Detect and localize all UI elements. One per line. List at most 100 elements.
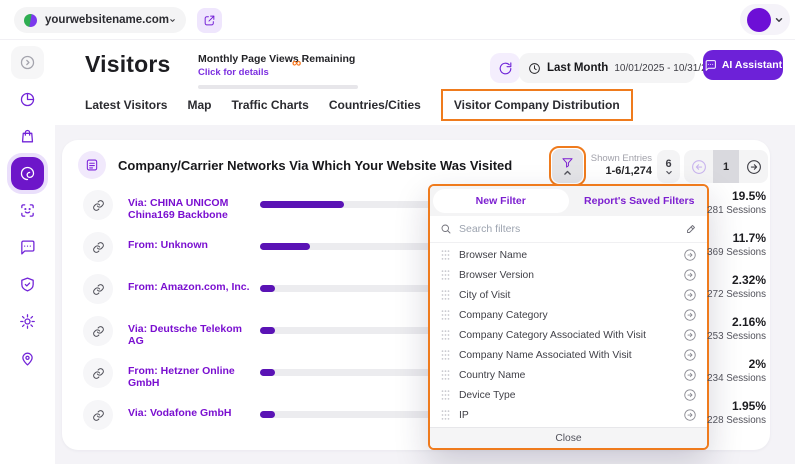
network-name[interactable]: Via: Deutsche Telekom AG <box>128 323 258 347</box>
tab-latest-visitors[interactable]: Latest Visitors <box>85 98 167 112</box>
tab-new-filter[interactable]: New Filter <box>433 189 569 213</box>
arrow-right-circle-icon[interactable] <box>683 368 697 382</box>
chevron-down-icon <box>169 15 176 26</box>
ai-assistant-button[interactable]: AI Assistant <box>703 50 783 80</box>
percent-value: 2.16% <box>700 315 766 329</box>
website-selector[interactable]: yourwebsitename.com <box>14 7 186 33</box>
link-icon <box>83 400 113 430</box>
current-page[interactable]: 1 <box>713 150 739 183</box>
quota-label: Monthly Page Views Remaining <box>198 53 360 65</box>
percent-value: 11.7% <box>700 231 766 245</box>
search-icon <box>440 223 452 235</box>
percent-value: 2.32% <box>700 273 766 287</box>
filter-item-company-category-associated[interactable]: Company Category Associated With Visit <box>430 325 707 345</box>
row-stats: 2.16% 253 Sessions <box>700 315 766 342</box>
arrow-right-circle-icon[interactable] <box>683 388 697 402</box>
drag-handle-icon[interactable] <box>440 289 451 301</box>
annotation-active-tab: Visitor Company Distribution <box>441 89 633 121</box>
page-size-value: 6 <box>665 158 671 170</box>
refresh-button[interactable] <box>490 53 520 83</box>
bar-fill <box>260 411 275 418</box>
arrow-right-circle-icon[interactable] <box>683 268 697 282</box>
tab-traffic-charts[interactable]: Traffic Charts <box>231 98 308 112</box>
next-page-button[interactable] <box>739 158 768 176</box>
sidebar-item-recognition[interactable] <box>11 194 44 227</box>
drag-handle-icon[interactable] <box>440 329 451 341</box>
sidebar-item-settings[interactable] <box>11 305 44 338</box>
link-icon <box>83 232 113 262</box>
tab-visitor-company-distribution[interactable]: Visitor Company Distribution <box>454 98 620 112</box>
arrow-right-circle-icon[interactable] <box>683 248 697 262</box>
drag-handle-icon[interactable] <box>440 409 451 421</box>
filter-search-row <box>430 216 707 243</box>
sidebar-item-location[interactable] <box>11 342 44 375</box>
filter-item-company-category[interactable]: Company Category <box>430 305 707 325</box>
refresh-icon <box>498 61 513 76</box>
quota-details-link[interactable]: Click for details <box>198 67 360 78</box>
page-size-selector[interactable]: 6 <box>657 150 680 183</box>
filter-item-label: Country Name <box>459 370 675 381</box>
filter-item-label: Device Type <box>459 390 675 401</box>
sessions-value: 234 Sessions <box>700 373 766 384</box>
sessions-value: 272 Sessions <box>700 289 766 300</box>
open-website-button[interactable] <box>197 8 222 33</box>
date-range-selector[interactable]: Last Month 10/01/2025 - 10/31/2025 <box>519 53 695 83</box>
filter-item-company-name-associated[interactable]: Company Name Associated With Visit <box>430 345 707 365</box>
user-menu[interactable] <box>740 4 790 35</box>
sidebar-item-analytics[interactable] <box>11 83 44 116</box>
filter-button[interactable] <box>552 149 583 183</box>
annotation-filter-button <box>549 146 586 186</box>
arrow-right-circle-icon[interactable] <box>683 288 697 302</box>
sidebar-toggle-icon[interactable] <box>11 46 44 79</box>
funnel-icon <box>561 156 574 169</box>
filter-item-label: Company Name Associated With Visit <box>459 350 675 361</box>
filter-item-city-of-visit[interactable]: City of Visit <box>430 285 707 305</box>
clear-search-icon[interactable] <box>685 223 697 235</box>
sidebar-item-security[interactable] <box>11 268 44 301</box>
row-stats: 11.7% 369 Sessions <box>700 231 766 258</box>
search-filters-input[interactable] <box>459 223 678 235</box>
row-stats: 19.5% 281 Sessions <box>700 189 766 216</box>
arrow-right-circle-icon[interactable] <box>683 308 697 322</box>
close-filter-panel-button[interactable]: Close <box>430 427 707 448</box>
network-name[interactable]: From: Unknown <box>128 239 258 251</box>
quota-infinity-value: ∞ <box>292 55 301 70</box>
drag-handle-icon[interactable] <box>440 389 451 401</box>
drag-handle-icon[interactable] <box>440 309 451 321</box>
arrow-right-circle-icon[interactable] <box>683 408 697 422</box>
visitors-spiral-icon <box>19 165 36 182</box>
top-bar: yourwebsitename.com <box>0 0 795 40</box>
period-label: Last Month <box>547 62 608 74</box>
filter-item-label: IP <box>459 410 675 421</box>
filter-item-country-name[interactable]: Country Name <box>430 365 707 385</box>
network-name[interactable]: From: Amazon.com, Inc. <box>128 281 258 293</box>
chat-icon <box>704 59 717 72</box>
filter-item-device-type[interactable]: Device Type <box>430 385 707 405</box>
drag-handle-icon[interactable] <box>440 369 451 381</box>
network-name[interactable]: Via: CHINA UNICOM China169 Backbone <box>128 197 258 221</box>
bar-fill <box>260 243 310 250</box>
network-name[interactable]: From: Hetzner Online GmbH <box>128 365 258 389</box>
filter-item-ip[interactable]: IP <box>430 405 707 425</box>
gear-icon <box>19 313 36 330</box>
tab-saved-filters[interactable]: Report's Saved Filters <box>572 186 708 216</box>
filter-item-browser-version[interactable]: Browser Version <box>430 265 707 285</box>
drag-handle-icon[interactable] <box>440 349 451 361</box>
tab-countries-cities[interactable]: Countries/Cities <box>329 98 421 112</box>
arrow-right-circle-icon[interactable] <box>683 328 697 342</box>
arrow-right-circle-icon[interactable] <box>683 348 697 362</box>
tab-map[interactable]: Map <box>187 98 211 112</box>
filter-item-browser-name[interactable]: Browser Name <box>430 245 707 265</box>
link-icon <box>83 190 113 220</box>
chat-bubble-icon <box>19 239 36 256</box>
drag-handle-icon[interactable] <box>440 249 451 261</box>
site-favicon-icon <box>24 14 37 27</box>
sessions-value: 253 Sessions <box>700 331 766 342</box>
prev-page-button[interactable] <box>684 158 713 176</box>
sidebar-item-visitors[interactable] <box>11 157 44 190</box>
sidebar-item-orders[interactable] <box>11 120 44 153</box>
network-name[interactable]: Via: Vodafone GmbH <box>128 407 258 419</box>
pagination: 1 <box>684 150 768 183</box>
sidebar-item-chat[interactable] <box>11 231 44 264</box>
drag-handle-icon[interactable] <box>440 269 451 281</box>
